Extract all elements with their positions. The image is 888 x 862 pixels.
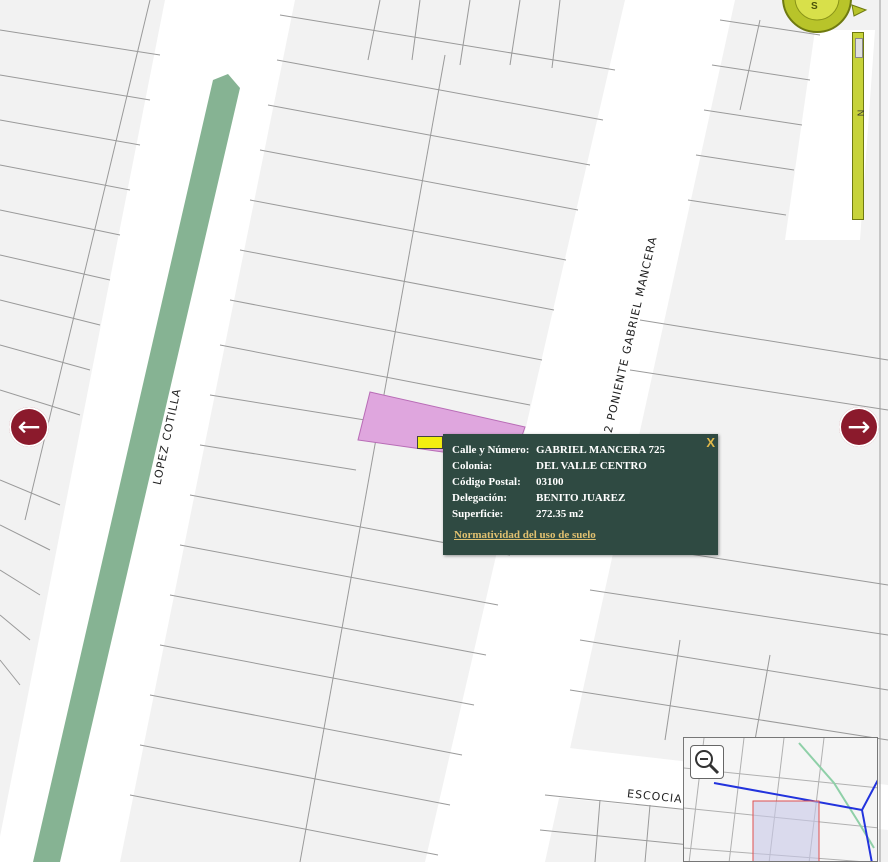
- info-label: Superficie:: [452, 508, 504, 520]
- info-label: Delegación:: [452, 492, 507, 504]
- info-label: Colonia:: [452, 460, 493, 472]
- parcel-info-popup: X Calle y Número: GABRIEL MANCERA 725 Co…: [443, 434, 718, 555]
- parcel-info-table: Calle y Número: GABRIEL MANCERA 725 Colo…: [452, 444, 665, 524]
- info-label: Código Postal:: [452, 476, 521, 488]
- pan-right-button[interactable]: →: [839, 407, 879, 447]
- overview-zoom-button[interactable]: [690, 745, 724, 779]
- arrow-right-icon: →: [847, 410, 871, 443]
- map-layer[interactable]: [0, 0, 888, 862]
- info-row: Colonia: DEL VALLE CENTRO: [452, 460, 665, 476]
- info-row: Delegación: BENITO JUAREZ: [452, 492, 665, 508]
- zoom-slider-handle[interactable]: [855, 38, 863, 58]
- info-row: Superficie: 272.35 m2: [452, 508, 665, 524]
- land-use-regulation-link[interactable]: Normatividad del uso de suelo: [454, 529, 596, 541]
- compass-south-label: S: [811, 1, 818, 12]
- info-value: BENITO JUAREZ: [536, 492, 626, 504]
- info-value: 03100: [536, 476, 564, 488]
- overview-map[interactable]: [683, 737, 878, 862]
- info-row: Código Postal: 03100: [452, 476, 665, 492]
- map-canvas[interactable]: S N LOPEZ COTILLA EJE 2 PONIENTE GABRIEL…: [0, 0, 888, 862]
- info-row: Calle y Número: GABRIEL MANCERA 725: [452, 444, 665, 460]
- overview-viewport-box: [752, 800, 820, 861]
- info-value: DEL VALLE CENTRO: [536, 460, 647, 472]
- info-value: 272.35 m2: [536, 508, 584, 520]
- info-value: GABRIEL MANCERA 725: [536, 444, 665, 456]
- arrow-left-icon: ←: [17, 410, 41, 443]
- popup-close-button[interactable]: X: [706, 435, 715, 450]
- magnifier-minus-icon: [695, 750, 720, 775]
- pan-left-button[interactable]: ←: [9, 407, 49, 447]
- zoom-slider-label: N: [855, 109, 866, 117]
- zoom-slider-track[interactable]: [852, 32, 864, 220]
- location-marker-icon[interactable]: [417, 436, 443, 449]
- info-label: Calle y Número:: [452, 444, 530, 456]
